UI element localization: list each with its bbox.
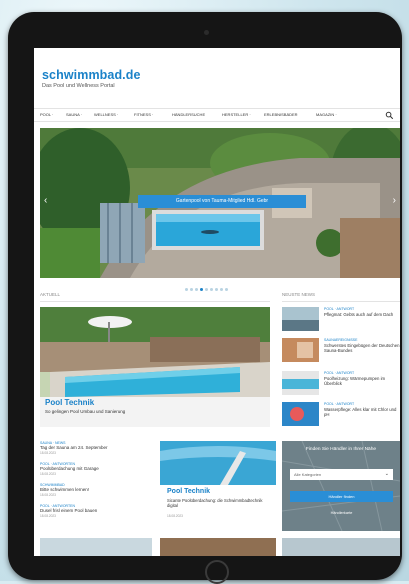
dealer-map-link[interactable]: Händlerkarte bbox=[290, 511, 393, 515]
map-background bbox=[282, 441, 400, 531]
article-title[interactable]: Pool Technik bbox=[167, 488, 210, 495]
list-item[interactable]: SAUNA · NEWS Tag der Sauna am 24. Septem… bbox=[40, 441, 150, 455]
site-logo[interactable]: schwimmbad.de bbox=[42, 68, 141, 82]
slider-dot[interactable] bbox=[225, 288, 228, 291]
news-title[interactable]: Schwerstes Eingebügen der Deutschen Saun… bbox=[324, 343, 400, 354]
featured-subtitle: So gelingen Pool Umbau und Sanierung bbox=[45, 409, 126, 414]
featured-article[interactable]: Pool Technik So gelingen Pool Umbau und … bbox=[40, 307, 270, 427]
home-button[interactable] bbox=[205, 560, 229, 584]
news-date: 18.08.2023 bbox=[40, 513, 56, 518]
list-item[interactable]: POOL · ANTWORTEN Poolüberdachung mit Gar… bbox=[40, 462, 150, 476]
site-brand[interactable]: schwimmbad.de Das Pool und Wellness Port… bbox=[42, 68, 141, 89]
nav-item-erlebnisbaeder[interactable]: ERLEBNISBÄDER bbox=[264, 112, 298, 117]
browser-screen: schwimmbad.de Das Pool und Wellness Port… bbox=[34, 48, 400, 556]
category-select-value: Alle Kategorien bbox=[294, 472, 322, 477]
find-dealer-button[interactable]: Händler finden bbox=[290, 491, 393, 502]
news-kicker: SAUNAEREIGNISSE bbox=[324, 338, 358, 342]
nav-item-wellness[interactable]: WELLNESS · bbox=[94, 112, 118, 117]
news-thumbnail bbox=[282, 402, 319, 426]
list-item[interactable]: POOL · ANTWORT Wasserpflege: Alles klar … bbox=[282, 402, 400, 428]
section-label-current: AKTUELL bbox=[40, 292, 61, 297]
section-label-latest: NEUSTE NEWS bbox=[282, 292, 316, 297]
news-title[interactable]: Pflegmat: Gebts auch auf dem Dach bbox=[324, 312, 400, 317]
dealer-search-widget: Finden Sie Händler in Ihrer Nähe Alle Ka… bbox=[282, 441, 400, 531]
nav-item-hersteller[interactable]: HERSTELLER · bbox=[222, 112, 251, 117]
list-item[interactable]: POOL · ANTWORT Pflegmat: Gebts auch auf … bbox=[282, 307, 400, 333]
slider-dot[interactable] bbox=[200, 288, 203, 291]
list-item[interactable]: SAUNAEREIGNISSE Schwerstes Eingebügen de… bbox=[282, 338, 400, 364]
slider-dot[interactable] bbox=[190, 288, 193, 291]
news-date: 18.08.2023 bbox=[40, 450, 56, 455]
news-kicker: POOL · ANTWORT bbox=[324, 402, 355, 406]
article-date: 18.08.2023 bbox=[167, 514, 183, 518]
article-thumbnail[interactable] bbox=[40, 538, 152, 556]
article-image bbox=[160, 441, 276, 485]
news-date: 18.08.2023 bbox=[40, 471, 56, 476]
hero-prev-arrow-icon[interactable]: ‹ bbox=[44, 195, 47, 206]
hero-next-arrow-icon[interactable]: › bbox=[393, 195, 396, 206]
category-select[interactable]: Alle Kategorien ⌄ bbox=[290, 469, 393, 480]
slider-dot[interactable] bbox=[185, 288, 188, 291]
article-description: Sicante Poolüberdachung: die Schwimmbadt… bbox=[167, 498, 263, 509]
featured-title[interactable]: Pool Technik bbox=[45, 398, 94, 407]
nav-item-sauna[interactable]: SAUNA · bbox=[66, 112, 82, 117]
hero-pagination bbox=[184, 278, 229, 296]
hero-caption[interactable]: Gartenpool von Tauma-Mitglied Hdl. Gebr bbox=[138, 195, 306, 208]
slider-dot[interactable] bbox=[215, 288, 218, 291]
main-nav: POOL · SAUNA · WELLNESS · FITNESS · HÄND… bbox=[34, 108, 400, 122]
divider bbox=[282, 301, 400, 302]
news-title[interactable]: Wasserpflege: Alles klar mit Chlor und p… bbox=[324, 407, 400, 418]
nav-item-fitness[interactable]: FITNESS · bbox=[134, 112, 153, 117]
list-item[interactable]: POOL · ANTWORT Poolheizung: Wärmepumpen … bbox=[282, 371, 400, 397]
news-thumbnail bbox=[282, 338, 319, 362]
site-tagline: Das Pool und Wellness Portal bbox=[42, 83, 115, 89]
slider-dot[interactable] bbox=[210, 288, 213, 291]
news-kicker: POOL · ANTWORT bbox=[324, 307, 355, 311]
tablet-frame: schwimmbad.de Das Pool und Wellness Port… bbox=[8, 12, 402, 584]
hero-slider[interactable]: ‹ › Gartenpool von Tauma-Mitglied Hdl. G… bbox=[40, 128, 400, 278]
slider-dot[interactable] bbox=[195, 288, 198, 291]
widget-title: Finden Sie Händler in Ihrer Nähe bbox=[305, 447, 377, 452]
news-thumbnail bbox=[282, 307, 319, 331]
article-thumbnail[interactable] bbox=[282, 538, 400, 556]
chevron-down-icon: ⌄ bbox=[384, 471, 389, 477]
list-item[interactable]: SCHWIMMBAD Bitte schwimmen lernen! 18.08… bbox=[40, 483, 150, 497]
camera-icon bbox=[204, 30, 209, 35]
nav-item-pool[interactable]: POOL · bbox=[40, 112, 53, 117]
nav-item-magazin[interactable]: MAGAZIN · bbox=[316, 112, 337, 117]
news-kicker: POOL · ANTWORT bbox=[324, 371, 355, 375]
search-icon[interactable] bbox=[385, 111, 394, 120]
slider-dot[interactable] bbox=[220, 288, 223, 291]
news-title[interactable]: Poolheizung: Wärmepumpen im Überblick bbox=[324, 376, 400, 387]
article-thumbnail[interactable] bbox=[160, 538, 276, 556]
news-thumbnail bbox=[282, 371, 319, 395]
news-date: 18.08.2023 bbox=[40, 492, 56, 497]
slider-dot[interactable] bbox=[205, 288, 208, 291]
divider bbox=[40, 301, 270, 302]
list-item[interactable]: POOL · ANTWORTEN Dusel frisl einem Pool … bbox=[40, 504, 150, 518]
nav-item-haendlersuche[interactable]: HÄNDLERSUCHE bbox=[172, 112, 205, 117]
article-card[interactable]: Pool Technik Sicante Poolüberdachung: di… bbox=[160, 441, 276, 531]
